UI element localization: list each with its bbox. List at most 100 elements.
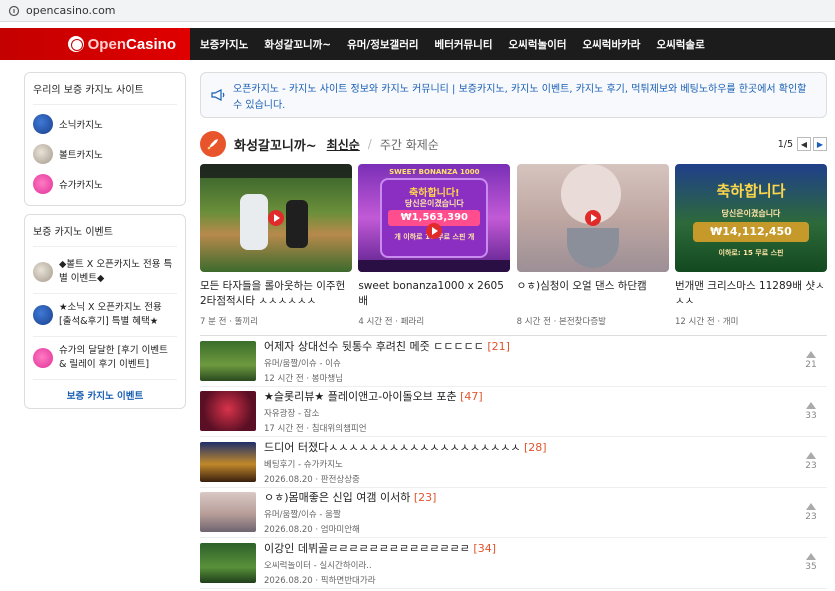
menu-item-guaranteed-casino[interactable]: 보증카지노	[200, 37, 248, 52]
menu-item-humor-gallery[interactable]: 유머/정보갤러리	[347, 37, 418, 52]
event-label: ◆볼트 X 오픈카지노 전용 특별 이벤트◆	[59, 259, 173, 284]
site-logo[interactable]: OpenCasino	[0, 28, 190, 60]
vote-count: 35	[801, 553, 821, 572]
post-meta: 12 시간 전 · 봉마챙님	[264, 373, 344, 384]
list-item[interactable]: 어제자 상대선수 뒷통수 후려친 메줏 ㄷㄷㄷㄷㄷ [21] 유머/움짤/이슈 …	[200, 336, 827, 387]
play-icon	[584, 210, 601, 226]
section-title[interactable]: 화성갈꼬니까~	[234, 135, 317, 154]
post-title[interactable]: 드디어 터졌다ㅅㅅㅅㅅㅅㅅㅅㅅㅅㅅㅅㅅㅅㅅㅅㅅㅅㅅㅅ [28]	[264, 439, 801, 455]
bolt-rabbit-icon	[33, 144, 53, 164]
site-info-icon[interactable]	[8, 5, 20, 17]
url-text[interactable]: opencasino.com	[26, 4, 116, 17]
post-category[interactable]: 자유광장 - 잡소	[264, 407, 801, 419]
card-meta: 4 시간 전 · 페라리	[358, 317, 425, 327]
post-list: 어제자 상대선수 뒷통수 후려친 메줏 ㄷㄷㄷㄷㄷ [21] 유머/움짤/이슈 …	[200, 335, 827, 589]
prev-page-button[interactable]: ◀	[797, 137, 811, 151]
event-label: 슈가의 달달한 [후기 이벤트 & 릴레이 후기 이벤트]	[59, 345, 168, 370]
card-meta: 8 시간 전 · 본전찾다증발	[516, 317, 606, 327]
next-page-button[interactable]: ▶	[813, 137, 827, 151]
post-meta: 2026.08.20 · 판전상상중	[264, 474, 360, 485]
post-thumbnail[interactable]	[200, 542, 256, 583]
tab-weekly-hot[interactable]: 주간 화제순	[380, 136, 439, 153]
page-indicator: 1/5	[777, 138, 793, 150]
event-item-sugar[interactable]: 슈가의 달달한 [후기 이벤트 & 릴레이 후기 이벤트]	[33, 337, 177, 380]
sidebar-item-label: 소닉카지노	[59, 120, 103, 131]
sidebar-item-sonic[interactable]: 소닉카지노	[33, 109, 177, 139]
menu-item-baccarat[interactable]: 오씨럭바카라	[582, 37, 640, 52]
upvote-icon	[806, 452, 816, 460]
list-item[interactable]: ★슬롯리뷰★ 플레이앤고-아이돌오브 포춘 [47] 자유광장 - 잡소 17 …	[200, 387, 827, 437]
post-category[interactable]: 유머/움짤/이슈 - 움짤	[264, 508, 801, 520]
win-amount: ₩14,112,450	[710, 225, 792, 238]
post-category[interactable]: 베팅후기 - 슈가카지노	[264, 458, 801, 470]
section-header: 화성갈꼬니까~ 최신순 / 주간 화제순 1/5 ◀ ▶	[200, 124, 827, 164]
bolt-rabbit-icon	[33, 262, 53, 282]
card-title[interactable]: sweet bonanza1000 x 2605배	[358, 279, 510, 309]
vote-count: 23	[801, 452, 821, 471]
menu-item-solo[interactable]: 오씨럭솔로	[656, 37, 704, 52]
logo-open: Open	[87, 35, 126, 53]
events-more-link[interactable]: 보증 카지노 이벤트	[33, 380, 177, 402]
event-item-sonic[interactable]: ★소닉 X 오픈카지노 전용 [출석&후기] 특별 혜택★	[33, 294, 177, 337]
card-title[interactable]: 모든 타자들을 롤아웃하는 이주헌 2타점적시타 ㅅㅅㅅㅅㅅㅅ	[200, 279, 352, 309]
featured-card[interactable]: 축하합니다 당신은이겼습니다 ₩14,112,450 이하로: 15 무료 스핀…	[674, 164, 827, 327]
win-amount: ₩1,563,390	[400, 212, 468, 223]
comment-count: [28]	[524, 440, 547, 454]
menu-item-playground[interactable]: 오씨럭놀이터	[509, 37, 567, 52]
play-icon	[426, 222, 443, 239]
card-thumbnail[interactable]	[200, 164, 352, 272]
event-label: ★소닉 X 오픈카지노 전용 [출석&후기] 특별 혜택★	[59, 302, 162, 327]
paw-icon	[33, 348, 53, 368]
main-content: 오픈카지노 - 카지노 사이트 정보와 카지노 커뮤니티 | 보증카지노, 카지…	[200, 72, 827, 589]
sidebar-item-bolt[interactable]: 볼트카지노	[33, 139, 177, 169]
rocket-icon	[200, 131, 226, 157]
list-item[interactable]: 이강인 데뷔골ㄹㄹㄹㄹㄹㄹㄹㄹㄹㄹㄹㄹㄹㄹ [34] 오씨럭놀이터 - 실시간하…	[200, 538, 827, 589]
featured-card[interactable]: 모든 타자들을 롤아웃하는 이주헌 2타점적시타 ㅅㅅㅅㅅㅅㅅ 7 분 전 · …	[200, 164, 352, 327]
post-title[interactable]: ★슬롯리뷰★ 플레이앤고-아이돌오브 포춘 [47]	[264, 388, 801, 404]
play-icon	[268, 210, 284, 226]
upvote-icon	[806, 502, 816, 510]
sidebar-item-label: 슈가카지노	[59, 180, 103, 191]
notice-text: 오픈카지노 - 카지노 사이트 정보와 카지노 커뮤니티 | 보증카지노, 카지…	[233, 84, 807, 111]
menu-item-better-community[interactable]: 베터커뮤니티	[435, 37, 493, 52]
post-thumbnail[interactable]	[200, 340, 256, 381]
sites-title: 우리의 보증 카지노 사이트	[33, 81, 177, 105]
card-thumbnail[interactable]: SWEET BONANZA 1000 축하합니다! 당신은이겼습니다 ₩1,56…	[358, 164, 511, 272]
paw-icon	[33, 174, 53, 194]
comment-count: [21]	[487, 339, 510, 353]
sidebar: 우리의 보증 카지노 사이트 소닉카지노 볼트카지노 슈가카지노 보증 카지노 …	[24, 72, 186, 589]
list-item[interactable]: ㅇㅎ)몸매좋은 신입 여갬 이서하 [23] 유머/움짤/이슈 - 움짤 202…	[200, 488, 827, 538]
post-title[interactable]: 어제자 상대선수 뒷통수 후려친 메줏 ㄷㄷㄷㄷㄷ [21]	[264, 338, 801, 354]
card-meta: 12 시간 전 · 개미	[674, 317, 739, 327]
post-thumbnail[interactable]	[200, 391, 256, 432]
chevron-left-icon: ◀	[800, 139, 808, 149]
upvote-icon	[806, 553, 816, 561]
post-meta: 2026.08.20 · 픽하면반대가라	[264, 575, 376, 586]
featured-card[interactable]: ㅇㅎ)심청이 오얼 댄스 하단캠 8 시간 전 · 본전찾다증발	[516, 164, 669, 327]
menu-item-hwaseong[interactable]: 화성갈꼬니까~	[264, 37, 331, 52]
comment-count: [47]	[460, 390, 483, 404]
post-category[interactable]: 오씨럭놀이터 - 실시간하이라..	[264, 559, 801, 571]
bonanza-logo: SWEET BONANZA 1000	[389, 168, 480, 176]
main-menu: 보증카지노 화성갈꼬니까~ 유머/정보갤러리 베터커뮤니티 오씨럭놀이터 오씨럭…	[200, 37, 721, 52]
post-title[interactable]: 이강인 데뷔골ㄹㄹㄹㄹㄹㄹㄹㄹㄹㄹㄹㄹㄹㄹ [34]	[264, 540, 801, 556]
card-thumbnail[interactable]: 축하합니다 당신은이겼습니다 ₩14,112,450 이하로: 15 무료 스핀	[674, 164, 827, 272]
card-title[interactable]: 번개맨 크리스마스 11289배 샷ㅅㅅㅅ	[675, 279, 827, 309]
upvote-icon	[806, 401, 816, 409]
featured-card[interactable]: SWEET BONANZA 1000 축하합니다! 당신은이겼습니다 ₩1,56…	[358, 164, 511, 327]
vote-count: 23	[801, 502, 821, 522]
card-title[interactable]: ㅇㅎ)심청이 오얼 댄스 하단캠	[517, 279, 669, 309]
post-thumbnail[interactable]	[200, 441, 256, 482]
event-item-bolt[interactable]: ◆볼트 X 오픈카지노 전용 특별 이벤트◆	[33, 251, 177, 294]
post-thumbnail[interactable]	[200, 492, 256, 533]
address-bar[interactable]: opencasino.com	[0, 0, 835, 22]
post-title[interactable]: ㅇㅎ)몸매좋은 신입 여갬 이서하 [23]	[264, 489, 801, 505]
post-category[interactable]: 유머/움짤/이슈 - 이슈	[264, 357, 801, 369]
card-thumbnail[interactable]	[516, 164, 669, 272]
sidebar-item-sugar[interactable]: 슈가카지노	[33, 169, 177, 199]
guaranteed-sites-box: 우리의 보증 카지노 사이트 소닉카지노 볼트카지노 슈가카지노	[24, 72, 186, 206]
list-item[interactable]: 드디어 터졌다ㅅㅅㅅㅅㅅㅅㅅㅅㅅㅅㅅㅅㅅㅅㅅㅅㅅㅅㅅ [28] 베팅후기 - 슈…	[200, 437, 827, 488]
top-navigation: OpenCasino 보증카지노 화성갈꼬니까~ 유머/정보갤러리 베터커뮤니티…	[0, 28, 835, 60]
tab-latest[interactable]: 최신순	[327, 136, 360, 153]
casino-events-box: 보증 카지노 이벤트 ◆볼트 X 오픈카지노 전용 특별 이벤트◆ ★소닉 X …	[24, 214, 186, 409]
